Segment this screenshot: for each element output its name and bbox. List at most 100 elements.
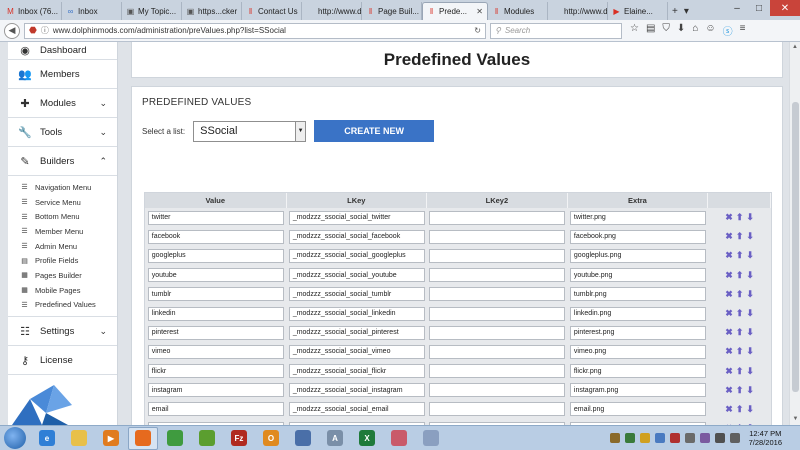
reader-icon[interactable]: ▤ bbox=[646, 23, 655, 38]
browser-tab[interactable]: ∞ Inbox bbox=[62, 2, 122, 20]
browser-tab[interactable]: ‖ Modules bbox=[488, 2, 548, 20]
value-input[interactable]: pinterest bbox=[147, 325, 284, 340]
move-down-icon[interactable]: ⬇ bbox=[746, 289, 754, 299]
value-input[interactable]: youtube bbox=[147, 268, 284, 283]
clock[interactable]: 12:47 PM 7/28/2016 bbox=[749, 429, 782, 447]
browser-tab[interactable]: M Inbox (76... bbox=[2, 2, 62, 20]
delete-icon[interactable]: ✖ bbox=[725, 232, 733, 241]
lkey-input[interactable]: _modzzz_ssocial_social_googleplus bbox=[288, 248, 425, 263]
tray-icon[interactable] bbox=[624, 433, 635, 443]
lkey-input[interactable]: _modzzz_ssocial_social_linkedin bbox=[288, 306, 425, 321]
scroll-down-icon[interactable]: ▼ bbox=[790, 414, 800, 425]
submenu-item-profile-fields[interactable]: ▤ Profile Fields bbox=[20, 253, 117, 268]
volume-icon[interactable] bbox=[729, 433, 740, 443]
bookmark-star-icon[interactable]: ☆ bbox=[630, 23, 639, 38]
start-button[interactable] bbox=[4, 427, 26, 449]
value-input[interactable]: instagram bbox=[147, 383, 284, 398]
lkey-input[interactable]: _modzzz_ssocial_social_vimeo bbox=[288, 344, 425, 359]
create-new-button[interactable]: CREATE NEW bbox=[314, 120, 435, 142]
tray-icon[interactable] bbox=[684, 433, 695, 443]
extra-input[interactable]: tumblr.png bbox=[569, 287, 706, 302]
delete-icon[interactable]: ✖ bbox=[725, 309, 733, 318]
move-up-icon[interactable]: ⬆ bbox=[736, 309, 744, 318]
move-up-icon[interactable]: ⬆ bbox=[736, 232, 744, 241]
reload-icon[interactable]: ↻ bbox=[474, 26, 481, 35]
lkey-input[interactable]: _modzzz_ssocial_social_facebook bbox=[288, 229, 425, 244]
taskbar-app[interactable]: ▶ bbox=[96, 427, 126, 450]
extra-input[interactable]: googleplus.png bbox=[569, 248, 706, 263]
move-down-icon[interactable]: ⬇ bbox=[746, 385, 754, 395]
taskbar-app[interactable]: A bbox=[320, 427, 350, 450]
taskbar-app[interactable]: O bbox=[256, 427, 286, 450]
taskbar-app[interactable] bbox=[288, 427, 318, 450]
move-down-icon[interactable]: ⬇ bbox=[746, 309, 754, 318]
browser-tab[interactable]: ▶ Elaine... bbox=[608, 2, 668, 20]
lkey2-input[interactable] bbox=[429, 383, 566, 398]
lkey-input[interactable]: _modzzz_ssocial_social_pinterest bbox=[288, 325, 425, 340]
scroll-thumb[interactable] bbox=[792, 102, 799, 392]
move-down-icon[interactable]: ⬇ bbox=[746, 347, 754, 356]
home-icon[interactable]: ⌂ bbox=[692, 23, 698, 38]
lkey2-input[interactable] bbox=[429, 287, 566, 302]
delete-icon[interactable]: ✖ bbox=[725, 289, 733, 299]
delete-icon[interactable]: ✖ bbox=[725, 251, 733, 260]
sidebar-item-tools[interactable]: 🔧 Tools ⌄ bbox=[8, 118, 117, 147]
move-up-icon[interactable]: ⬆ bbox=[736, 366, 744, 376]
submenu-item-predefined-values[interactable]: ☰ Predefined Values bbox=[20, 298, 117, 313]
move-up-icon[interactable]: ⬆ bbox=[736, 404, 744, 414]
move-up-icon[interactable]: ⬆ bbox=[736, 347, 744, 356]
submenu-item-mobile-pages[interactable]: ▦ Mobile Pages bbox=[20, 283, 117, 298]
extra-input[interactable]: twitter.png bbox=[569, 210, 706, 225]
move-up-icon[interactable]: ⬆ bbox=[736, 270, 744, 280]
delete-icon[interactable]: ✖ bbox=[725, 404, 733, 414]
maximize-icon[interactable]: □ bbox=[748, 0, 770, 16]
move-up-icon[interactable]: ⬆ bbox=[736, 289, 744, 299]
browser-tab[interactable]: ‖ Prede... ✕ bbox=[422, 2, 488, 20]
tray-icon[interactable] bbox=[699, 433, 710, 443]
url-text[interactable]: www.dolphinmods.com/administration/preVa… bbox=[53, 26, 470, 35]
move-up-icon[interactable]: ⬆ bbox=[736, 251, 744, 260]
submenu-item-admin-menu[interactable]: ☰ Admin Menu bbox=[20, 239, 117, 254]
minimize-icon[interactable]: – bbox=[726, 0, 748, 16]
lkey2-input[interactable] bbox=[429, 248, 566, 263]
search-box[interactable]: ⚲ Search bbox=[490, 22, 622, 39]
move-down-icon[interactable]: ⬇ bbox=[746, 270, 754, 280]
value-input[interactable]: facebook bbox=[147, 229, 284, 244]
move-down-icon[interactable]: ⬇ bbox=[746, 366, 754, 376]
tray-icon[interactable] bbox=[609, 433, 620, 443]
value-input[interactable]: tumblr bbox=[147, 287, 284, 302]
value-input[interactable]: email bbox=[147, 402, 284, 417]
extra-input[interactable]: flickr.png bbox=[569, 364, 706, 379]
browser-tab[interactable]: http://www.d... bbox=[302, 2, 362, 20]
lkey2-input[interactable] bbox=[429, 402, 566, 417]
taskbar-app[interactable] bbox=[384, 427, 414, 450]
scroll-up-icon[interactable]: ▲ bbox=[790, 42, 800, 53]
delete-icon[interactable]: ✖ bbox=[725, 213, 733, 222]
taskbar-app[interactable] bbox=[416, 427, 446, 450]
browser-tab[interactable]: http://www.d... bbox=[548, 2, 608, 20]
move-down-icon[interactable]: ⬇ bbox=[746, 251, 754, 260]
page-scrollbar[interactable]: ▲ ▼ bbox=[789, 42, 800, 425]
tab-list-icon[interactable]: ▾ bbox=[684, 6, 689, 17]
taskbar-app[interactable]: Fz bbox=[224, 427, 254, 450]
submenu-item-member-menu[interactable]: ☰ Member Menu bbox=[20, 224, 117, 239]
close-tab-icon[interactable]: ✕ bbox=[476, 7, 483, 16]
lkey-input[interactable]: _modzzz_ssocial_social_flickr bbox=[288, 364, 425, 379]
downloads-icon[interactable]: ⬇ bbox=[677, 23, 685, 38]
skype-icon[interactable]: ⓢ bbox=[723, 23, 733, 38]
taskbar-app[interactable] bbox=[64, 427, 94, 450]
lkey2-input[interactable] bbox=[429, 364, 566, 379]
move-up-icon[interactable]: ⬆ bbox=[736, 328, 744, 337]
browser-tab[interactable]: ‖ Page Buil... bbox=[362, 2, 422, 20]
site-identity-icon[interactable]: ⬣ bbox=[29, 25, 37, 36]
lkey2-input[interactable] bbox=[429, 344, 566, 359]
submenu-item-pages-builder[interactable]: ▦ Pages Builder bbox=[20, 268, 117, 283]
extra-input[interactable]: youtube.png bbox=[569, 268, 706, 283]
delete-icon[interactable]: ✖ bbox=[725, 366, 733, 376]
delete-icon[interactable]: ✖ bbox=[725, 385, 733, 395]
submenu-item-bottom-menu[interactable]: ☰ Bottom Menu bbox=[20, 209, 117, 224]
lkey2-input[interactable] bbox=[429, 306, 566, 321]
tray-icon[interactable] bbox=[639, 433, 650, 443]
list-select[interactable]: SSocial ▼ bbox=[193, 120, 307, 142]
sidebar-item-modules[interactable]: ✚ Modules ⌄ bbox=[8, 89, 117, 118]
